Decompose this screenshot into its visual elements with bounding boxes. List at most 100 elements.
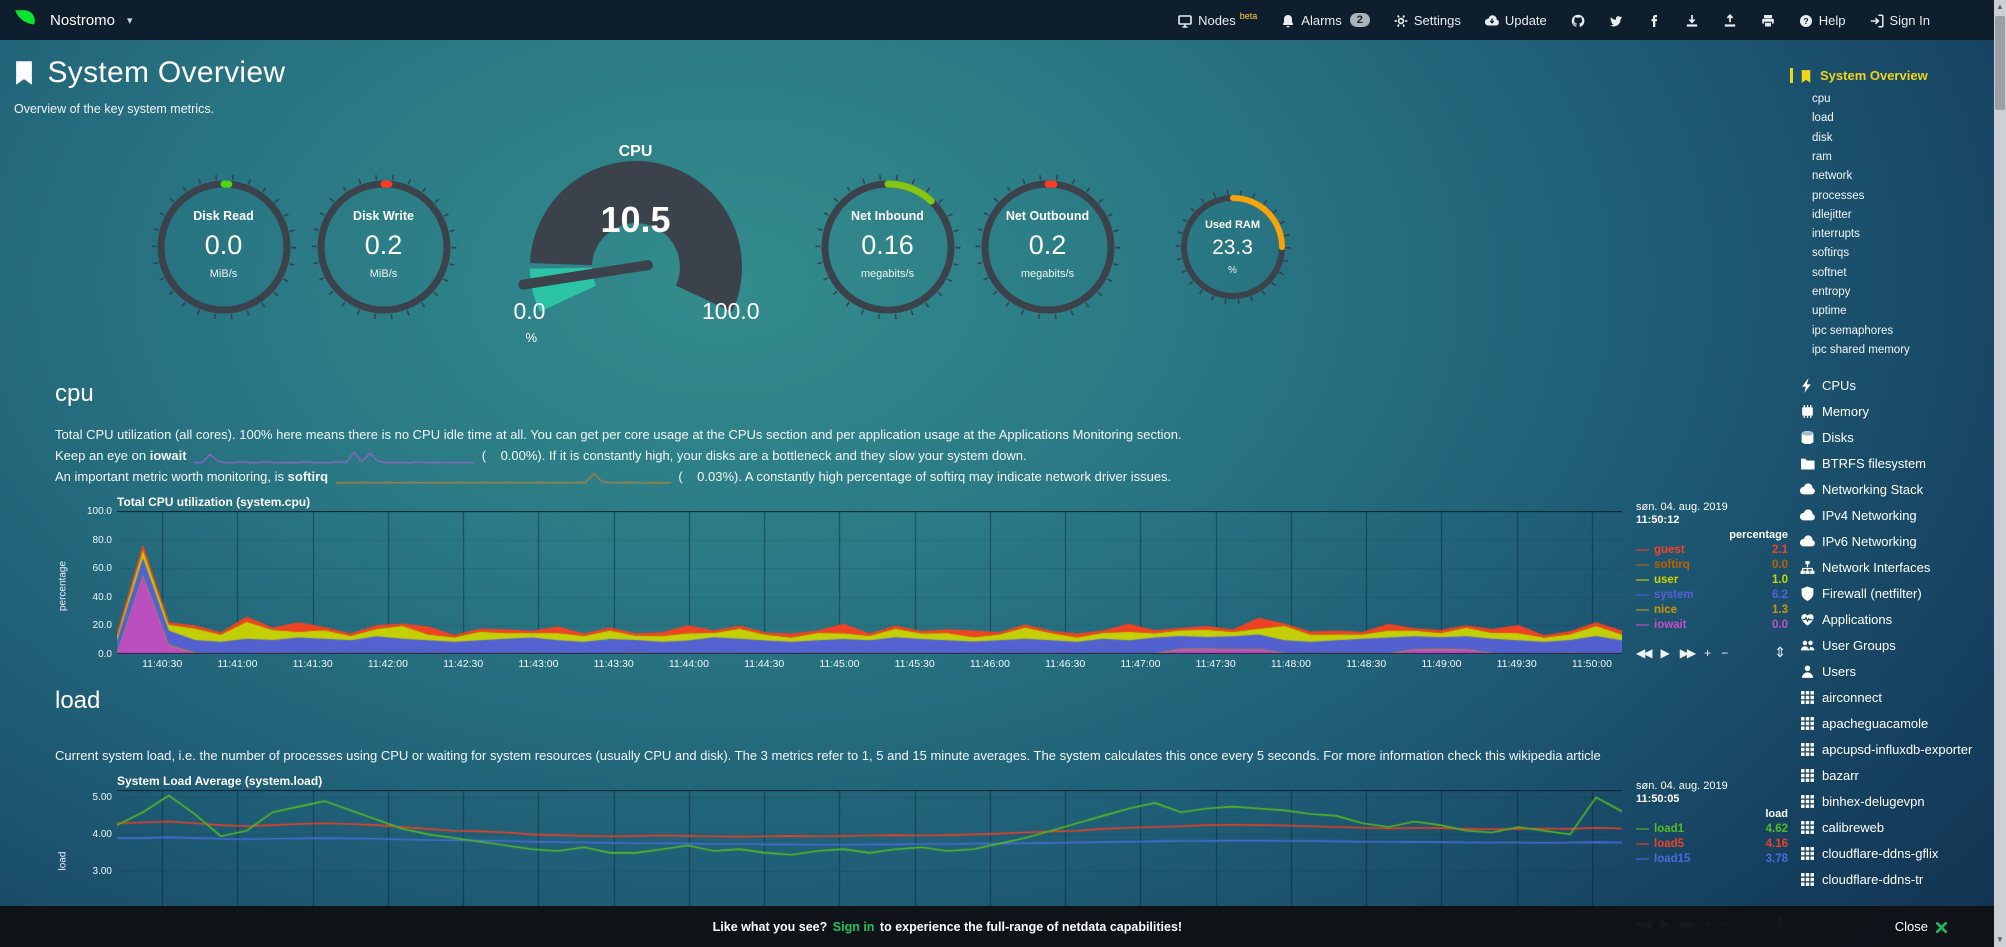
nav-nodes-button[interactable]: Nodesbeta (1166, 0, 1269, 40)
scrollbar-thumb[interactable] (1995, 16, 2005, 110)
sidebar-subitem-ipc-semaphores[interactable]: ipc semaphores (1812, 322, 1994, 341)
gauge-cpu[interactable]: CPU 10.5 0.0 100.0 % (506, 147, 766, 347)
cloud-icon (1798, 508, 1822, 523)
sidebar-subitem-processes[interactable]: processes (1812, 187, 1994, 206)
sidebar-section-cloudflare-ddns-gflix[interactable]: cloudflare-ddns-gflix (1798, 841, 1994, 867)
legend-value: 3.78 (1766, 853, 1790, 865)
sidebar-section-firewall-netfilter[interactable]: Firewall (netfilter) (1798, 581, 1994, 607)
sidebar-section-users[interactable]: Users (1798, 659, 1994, 685)
sidebar-subitem-entropy[interactable]: entropy (1812, 283, 1994, 302)
sidebar-section-ipv6-networking[interactable]: IPv6 Networking (1798, 529, 1994, 555)
gauge-disk-write[interactable]: Disk Write 0.2 MiB/s (309, 172, 459, 322)
legend-row-system[interactable]: system 6.2 (1636, 589, 1790, 601)
nav-print-icon[interactable] (1749, 0, 1787, 40)
cloud-arrow-icon (1485, 12, 1499, 28)
nav-twitter-icon[interactable] (1597, 0, 1635, 40)
sidebar-section-calibreweb[interactable]: calibreweb (1798, 815, 1994, 841)
iowait-sparkline[interactable] (194, 449, 474, 464)
node-selector[interactable]: Nostromo ▾ (0, 7, 133, 33)
close-banner-button[interactable]: Close (1895, 919, 1948, 934)
sidebar-section-bazarr[interactable]: bazarr (1798, 763, 1994, 789)
sidebar: System Overview cpuloaddiskramnetworkpro… (1790, 40, 1994, 947)
sidebar-subitem-load[interactable]: load (1812, 109, 1994, 128)
pan-backward-button[interactable]: ◀◀ (1636, 646, 1650, 660)
sidebar-section-networking-stack[interactable]: Networking Stack (1798, 477, 1994, 503)
nav-help-button[interactable]: ?Help (1787, 0, 1858, 40)
iowait-line: Keep an eye on iowait ( 0.00%). If it is… (55, 445, 1790, 466)
nav-update-button[interactable]: Update (1473, 0, 1559, 40)
cloud-icon (1798, 534, 1822, 549)
scroll-up-arrow[interactable]: ▲ (1994, 2, 2006, 11)
sidebar-subitem-softirqs[interactable]: softirqs (1812, 244, 1994, 263)
legend-row-load15[interactable]: load15 3.78 (1636, 853, 1790, 865)
nav-github-icon[interactable] (1559, 0, 1597, 40)
x-tick-label: 11:41:30 (293, 658, 333, 670)
softirq-sparkline[interactable] (336, 470, 671, 485)
sidebar-subitem-interrupts[interactable]: interrupts (1812, 225, 1994, 244)
gauge-used-ram[interactable]: Used RAM 23.3 % (1174, 188, 1292, 306)
legend-unit-header: load (1636, 808, 1790, 820)
zoom-in-button[interactable]: + (1704, 646, 1711, 660)
sidebar-section-user-groups[interactable]: User Groups (1798, 633, 1994, 659)
load-description: Current system load, i.e. the number of … (55, 745, 1790, 766)
sidebar-subitem-softnet[interactable]: softnet (1812, 264, 1994, 283)
sidebar-subitem-idlejitter[interactable]: idlejitter (1812, 206, 1994, 225)
sidebar-section-memory[interactable]: Memory (1798, 399, 1994, 425)
plot-area[interactable] (117, 790, 1622, 925)
scroll-down-arrow[interactable]: ▼ (1994, 935, 2006, 944)
legend-row-iowait[interactable]: iowait 0.0 (1636, 619, 1790, 631)
legend-date: søn. 04. aug. 2019 (1636, 501, 1790, 513)
download-icon (1685, 12, 1699, 28)
legend-row-nice[interactable]: nice 1.3 (1636, 604, 1790, 616)
x-tick-label: 11:46:30 (1045, 658, 1085, 670)
sidebar-subitem-ipc-shared-memory[interactable]: ipc shared memory (1812, 341, 1994, 360)
sidebar-subitem-network[interactable]: network (1812, 167, 1994, 186)
plot-area[interactable]: 11:40:3011:41:0011:41:3011:42:0011:42:30… (117, 511, 1622, 654)
gauge-disk-read[interactable]: Disk Read 0.0 MiB/s (149, 172, 299, 322)
legend-row-guest[interactable]: guest 2.1 (1636, 544, 1790, 556)
play-button[interactable]: ▶ (1660, 646, 1669, 660)
nav-alarms-button[interactable]: Alarms2 (1269, 0, 1382, 40)
nav-upload-icon[interactable] (1711, 0, 1749, 40)
pan-forward-button[interactable]: ▶▶ (1680, 646, 1694, 660)
sidebar-section-ipv4-networking[interactable]: IPv4 Networking (1798, 503, 1994, 529)
sidebar-section-cpus[interactable]: CPUs (1798, 373, 1994, 399)
help-circle-icon: ? (1799, 12, 1813, 28)
legend-row-load5[interactable]: load5 4.16 (1636, 838, 1790, 850)
sidebar-subitem-cpu[interactable]: cpu (1812, 90, 1994, 109)
sidebar-section-apacheguacamole[interactable]: apacheguacamole (1798, 711, 1994, 737)
monitor-icon (1178, 12, 1192, 28)
sign-in-link[interactable]: Sign in (833, 920, 875, 934)
chart-toolbar: ◀◀▶▶▶+−⇕ (1636, 644, 1786, 661)
nav-download-icon[interactable] (1673, 0, 1711, 40)
nav-sign-in-button[interactable]: Sign In (1858, 0, 1942, 40)
chart-legend[interactable]: søn. 04. aug. 2019 11:50:12 percentage g… (1622, 501, 1790, 661)
grid-icon (1798, 846, 1822, 861)
grid-icon (1798, 768, 1822, 783)
gauge-net-inbound[interactable]: Net Inbound 0.16 megabits/s (813, 172, 963, 322)
legend-value: 1.0 (1772, 574, 1790, 586)
legend-row-softirq[interactable]: softirq 0.0 (1636, 559, 1790, 571)
sidebar-section-btrfs-filesystem[interactable]: BTRFS filesystem (1798, 451, 1994, 477)
nav-facebook-icon[interactable] (1635, 0, 1673, 40)
nav-settings-button[interactable]: Settings (1382, 0, 1473, 40)
x-tick-label: 11:50:00 (1572, 658, 1612, 670)
sidebar-section-binhex-delugevpn[interactable]: binhex-delugevpn (1798, 789, 1994, 815)
gauge-net-outbound[interactable]: Net Outbound 0.2 megabits/s (973, 172, 1123, 322)
sidebar-section-disks[interactable]: Disks (1798, 425, 1994, 451)
sidebar-subitem-disk[interactable]: disk (1812, 129, 1994, 148)
sidebar-section-network-interfaces[interactable]: Network Interfaces (1798, 555, 1994, 581)
legend-row-user[interactable]: user 1.0 (1636, 574, 1790, 586)
page-scrollbar[interactable]: ▲ ▼ (1994, 0, 2006, 947)
legend-row-load1[interactable]: load1 4.62 (1636, 823, 1790, 835)
cpu-description: Total CPU utilization (all cores). 100% … (55, 424, 1790, 445)
sidebar-section-applications[interactable]: Applications (1798, 607, 1994, 633)
sidebar-item-system-overview[interactable]: System Overview (1790, 68, 1994, 83)
sidebar-section-apcupsd-influxdb-exporter[interactable]: apcupsd-influxdb-exporter (1798, 737, 1994, 763)
zoom-out-button[interactable]: − (1721, 646, 1728, 660)
sidebar-section-airconnect[interactable]: airconnect (1798, 685, 1994, 711)
resize-handle[interactable]: ⇕ (1774, 644, 1786, 661)
sidebar-subitem-ram[interactable]: ram (1812, 148, 1994, 167)
sidebar-subitem-uptime[interactable]: uptime (1812, 302, 1994, 321)
sidebar-section-cloudflare-ddns-tr[interactable]: cloudflare-ddns-tr (1798, 867, 1994, 893)
